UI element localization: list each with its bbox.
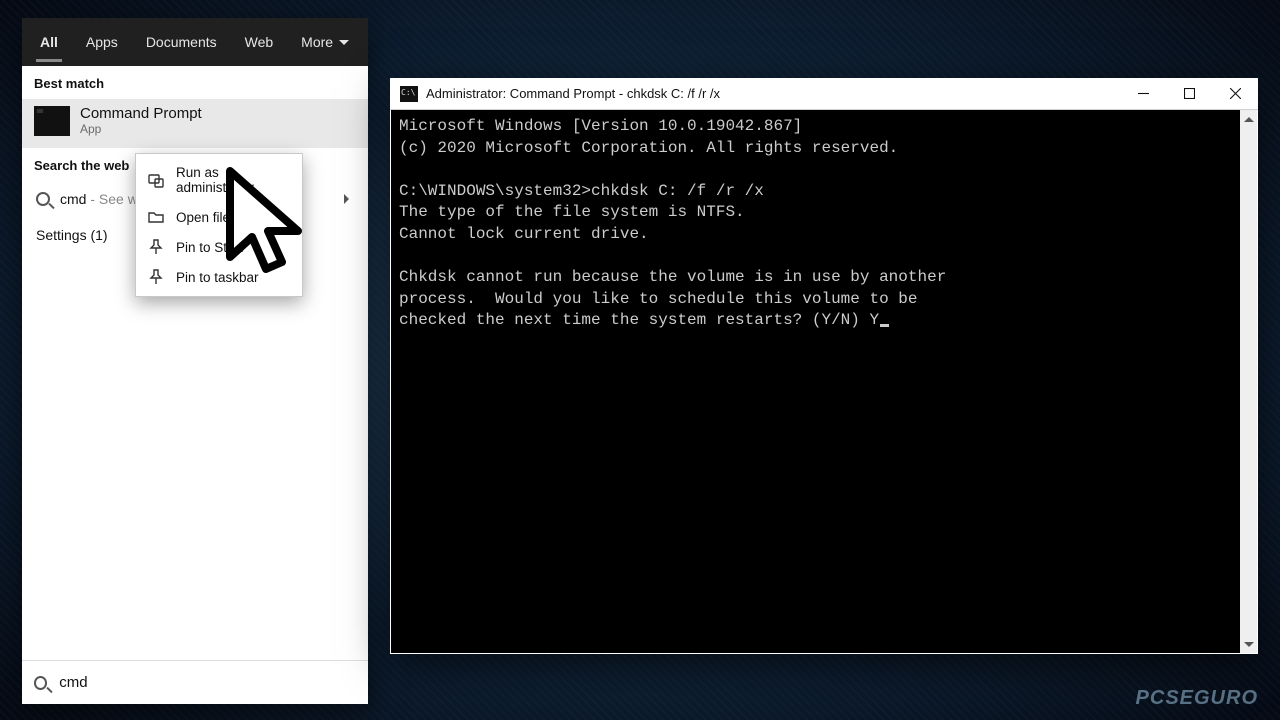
vertical-scrollbar[interactable]: [1240, 110, 1257, 653]
tab-apps[interactable]: Apps: [72, 18, 132, 66]
scroll-down-button[interactable]: [1240, 636, 1257, 653]
terminal-area: Microsoft Windows [Version 10.0.19042.86…: [391, 110, 1257, 653]
chevron-down-icon: [339, 40, 349, 50]
pin-icon: [148, 269, 164, 285]
window-title: Administrator: Command Prompt - chkdsk C…: [426, 86, 720, 101]
folder-icon: [148, 209, 164, 225]
ctx-label: Pin to taskbar: [176, 270, 259, 285]
terminal-output[interactable]: Microsoft Windows [Version 10.0.19042.86…: [391, 110, 1240, 653]
best-match-label: Best match: [22, 66, 368, 99]
context-menu: Run as administrator Open file location …: [135, 153, 303, 297]
ctx-run-as-administrator[interactable]: Run as administrator: [136, 158, 302, 202]
minimize-button[interactable]: [1120, 78, 1166, 110]
search-icon: [34, 676, 47, 690]
scroll-up-button[interactable]: [1240, 110, 1257, 127]
best-match-result[interactable]: Command Prompt App: [22, 99, 368, 148]
command-prompt-icon: [34, 106, 70, 136]
tab-web[interactable]: Web: [231, 18, 288, 66]
ctx-pin-to-start[interactable]: Pin to Start: [136, 232, 302, 262]
ctx-pin-to-taskbar[interactable]: Pin to taskbar: [136, 262, 302, 292]
shield-icon: [148, 172, 164, 188]
watermark-text: PCSEGURO: [1136, 688, 1258, 708]
ctx-label: Pin to Start: [176, 240, 243, 255]
ctx-label: Open file location: [176, 210, 280, 225]
command-prompt-window: Administrator: Command Prompt - chkdsk C…: [390, 78, 1258, 654]
search-scope-tabs: All Apps Documents Web More: [22, 18, 368, 66]
ctx-open-file-location[interactable]: Open file location: [136, 202, 302, 232]
web-result-term: cmd: [60, 191, 86, 207]
scroll-track[interactable]: [1240, 127, 1257, 636]
tab-more-label: More: [301, 34, 333, 50]
start-search-panel: All Apps Documents Web More Best match C…: [22, 18, 368, 704]
ctx-label: Run as administrator: [176, 165, 290, 195]
search-input[interactable]: [59, 674, 356, 691]
search-icon: [36, 192, 50, 206]
tab-more[interactable]: More: [287, 18, 363, 66]
pin-icon: [148, 239, 164, 255]
window-titlebar[interactable]: Administrator: Command Prompt - chkdsk C…: [390, 78, 1258, 110]
chevron-right-icon: [344, 194, 354, 204]
maximize-button[interactable]: [1166, 78, 1212, 110]
command-prompt-icon: [400, 86, 418, 102]
search-box[interactable]: [22, 660, 368, 704]
tab-all[interactable]: All: [26, 18, 72, 66]
close-button[interactable]: [1212, 78, 1258, 110]
tab-documents[interactable]: Documents: [132, 18, 231, 66]
best-match-subtitle: App: [80, 122, 202, 136]
web-result-hint: - See w: [86, 191, 137, 207]
best-match-title: Command Prompt: [80, 105, 202, 122]
